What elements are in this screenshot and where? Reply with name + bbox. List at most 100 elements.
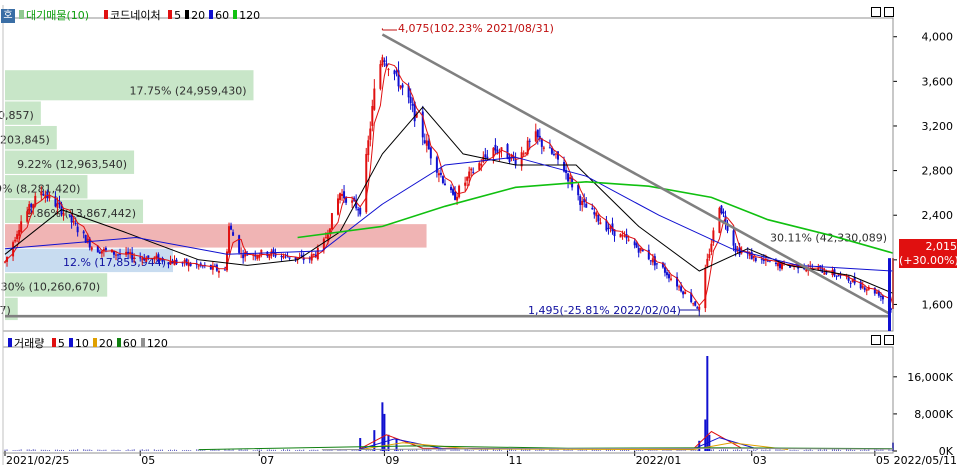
chart-canvas: 17.75% (24,959,430) 2.56% (3,600,857) 3.70… — [0, 5, 957, 467]
candle-body — [399, 85, 402, 89]
candle-body — [209, 264, 212, 270]
candle-body — [56, 203, 59, 208]
close-button[interactable] — [884, 7, 894, 17]
candle-body — [443, 183, 446, 186]
candle-body — [312, 254, 315, 256]
price-axis-label: 3,200 — [922, 120, 954, 133]
volume-ma-legend-item-text: 20 — [98, 337, 113, 350]
candle-body — [185, 258, 188, 265]
candle-body — [18, 230, 21, 236]
candle-body — [522, 153, 525, 155]
price-ma-legend-item-swatch — [209, 10, 214, 19]
price-ma-legend-item-swatch — [233, 10, 238, 19]
candle-body — [875, 292, 878, 294]
candle-body — [117, 254, 120, 256]
candle-body — [339, 193, 342, 200]
candle-body — [40, 191, 43, 196]
price-axis-label: 2,800 — [922, 165, 954, 178]
candle-body — [16, 234, 19, 240]
candle-body — [454, 191, 457, 200]
date-axis-label: 11 — [509, 454, 523, 467]
candle-body — [635, 243, 638, 248]
candle-body — [684, 291, 687, 294]
stock-chart-window: 17.75% (24,959,430) 2.56% (3,600,857) 3.70… — [0, 0, 959, 468]
candle-body — [425, 140, 428, 146]
candle-body — [4, 261, 6, 263]
volume-profile-label: 5.89% (8,281,420) — [0, 182, 80, 195]
candle-body — [708, 254, 711, 259]
candle-body — [268, 254, 271, 258]
candle-body — [197, 265, 200, 267]
candle-body — [133, 257, 136, 259]
badge[interactable]: 호 — [1, 9, 15, 23]
maximize-volume-button[interactable] — [871, 335, 881, 345]
current-price: 2,015 — [925, 240, 958, 253]
candle-body — [591, 207, 594, 210]
candle-body — [42, 193, 45, 196]
candle-body — [322, 238, 325, 250]
candle-body — [554, 153, 557, 155]
candle-body — [651, 258, 654, 263]
candle-body — [879, 295, 882, 297]
candle-body — [326, 234, 329, 240]
volume-profile-label: 2.56% (3,600,857) — [0, 109, 34, 122]
candle-body — [379, 64, 382, 89]
volume-profile-legend[interactable]: 대기매물(10) — [19, 7, 89, 23]
candle-body — [567, 173, 570, 182]
volume-legend-row: 거래량 5 10 20 60 120 — [8, 335, 168, 351]
volume-ma-legend-item-swatch — [51, 338, 56, 347]
candle-body — [706, 258, 709, 267]
volume-ma-legend-item-4: 120 — [140, 337, 168, 350]
candle-body — [401, 84, 404, 88]
date-axis-label: 05 — [141, 454, 155, 467]
candle-body — [732, 230, 735, 246]
close-volume-button[interactable] — [884, 335, 894, 345]
volume-ma-legend-item-2: 20 — [92, 337, 113, 350]
candle-body — [621, 235, 624, 237]
price-ma-legend-item-0: 5 — [168, 9, 181, 22]
candle-body — [139, 257, 142, 259]
volume-ma-legend-item-text: 120 — [146, 337, 168, 350]
volume-swatch — [8, 338, 12, 347]
candle-body — [569, 177, 572, 180]
candle-body — [585, 203, 588, 208]
date-axis-label: 03 — [753, 454, 767, 467]
candle-body — [599, 222, 602, 225]
candle-body — [865, 289, 868, 291]
candle-body — [837, 275, 840, 277]
candle-body — [663, 267, 666, 273]
candle-body — [189, 263, 192, 266]
candle-body — [682, 291, 685, 295]
volume-ma-legend-item-text: 10 — [74, 337, 89, 350]
volume-profile-label: 30.11% (42,330,089) — [770, 232, 887, 245]
candle-body — [112, 251, 115, 255]
date-axis-label: 2021/02/25 — [6, 454, 69, 467]
maximize-button[interactable] — [871, 7, 881, 17]
candle-body — [282, 255, 285, 258]
date-axis-label: 09 — [385, 454, 399, 467]
candle-body — [141, 258, 144, 260]
candle-body — [14, 239, 17, 242]
price-axis-label: 2,400 — [922, 209, 954, 222]
candle-body — [280, 255, 283, 257]
volume-ma-legend-item-swatch — [92, 338, 97, 347]
candle-body — [466, 176, 469, 181]
candle-body — [472, 171, 475, 173]
volume-ma-legend-item-3: 60 — [116, 337, 137, 350]
candle-body — [468, 171, 471, 179]
candle-body — [288, 257, 291, 259]
candle-body — [776, 262, 779, 267]
candle-body — [90, 247, 93, 250]
candle-body — [458, 185, 461, 198]
candle-body — [230, 225, 233, 230]
candle-body — [649, 260, 652, 262]
price-ma-legend-item-swatch — [168, 10, 173, 19]
candle-body — [678, 286, 681, 288]
candle-body — [710, 243, 713, 252]
price-ma-legend-item-text: 20 — [191, 9, 206, 22]
candle-body — [411, 103, 414, 106]
candle-body — [524, 152, 527, 154]
candle-body — [452, 189, 455, 195]
price-ma-legend-item-text: 5 — [174, 9, 182, 22]
candle-body — [849, 282, 852, 284]
